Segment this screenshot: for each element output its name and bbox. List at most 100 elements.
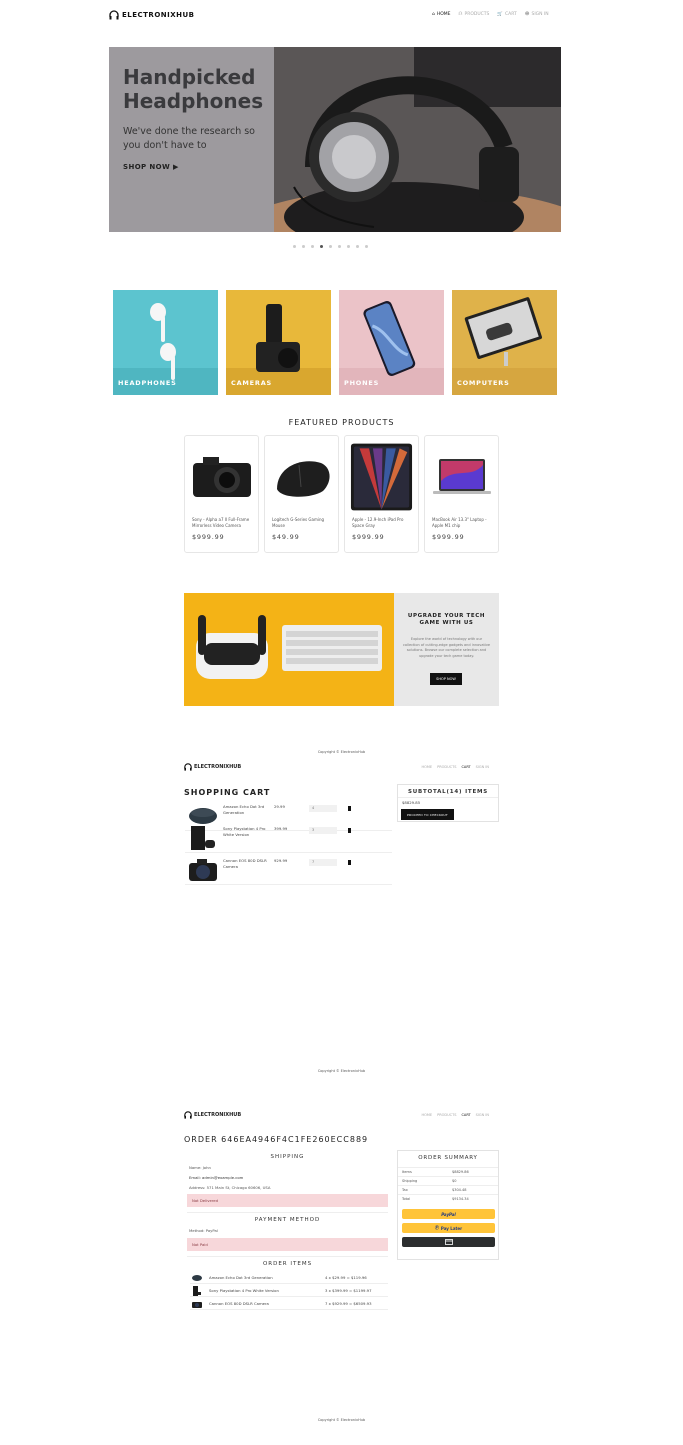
cart-item-name[interactable]: Sony Playstation 4 Pro White Version — [223, 826, 268, 837]
cart-item-name[interactable]: Cannon EOS 80D DSLR Camera — [223, 858, 268, 869]
subtotal-card: SUBTOTAL(14) ITEMS $8829.85 PROCEED TO C… — [397, 784, 499, 822]
nav-home[interactable]: HOME — [422, 1113, 433, 1117]
product-name[interactable]: Apple - 12.9-Inch iPad Pro Space Gray — [352, 517, 414, 528]
carousel-dot[interactable] — [356, 245, 359, 248]
category-computers[interactable]: COMPUTERS — [452, 290, 557, 395]
product-card[interactable]: MacBook Air 13.3" Laptop - Apple M1 chip… — [424, 435, 499, 553]
category-label: PHONES — [344, 379, 380, 387]
order-item-name[interactable]: Sony Playstation 4 Pro White Version — [209, 1288, 279, 1293]
nav-sign-in[interactable]: SIGN IN — [476, 765, 489, 769]
cart-item-qty-select[interactable]: 7 — [309, 859, 337, 866]
carousel-dot[interactable] — [293, 245, 296, 248]
cart-item-name[interactable]: Amazon Echo Dot 3rd Generation — [223, 804, 268, 815]
carousel-dot[interactable] — [302, 245, 305, 248]
product-card[interactable]: Sony - Alpha a7 II Full-Frame Mirrorless… — [184, 435, 259, 553]
summary-label: Shipping — [402, 1179, 418, 1183]
category-phones[interactable]: PHONES — [339, 290, 444, 395]
product-price: $999.99 — [432, 533, 465, 541]
summary-value: $8829.86 — [452, 1170, 469, 1174]
cart-item-qty-select[interactable]: 3 — [309, 827, 337, 834]
payment-method-title: PAYMENT METHOD — [254, 1217, 321, 1223]
shop-now-link[interactable]: SHOP NOW ▶ — [123, 163, 179, 171]
paylater-button[interactable]: Ⓟ Pay Later — [402, 1223, 495, 1233]
hero-carousel[interactable]: Handpicked Headphones We've done the res… — [109, 47, 561, 232]
cart-page-nav: HOME PRODUCTS CART SIGN IN — [422, 765, 490, 769]
category-label: COMPUTERS — [457, 379, 510, 387]
nav-cart[interactable]: CART — [461, 765, 470, 769]
product-image — [350, 441, 413, 513]
carousel-dot-active[interactable] — [320, 245, 323, 248]
trash-icon[interactable] — [348, 828, 351, 833]
order-item-name[interactable]: Amazon Echo Dot 3rd Generation — [209, 1275, 273, 1280]
footer-copyright: Copyright © ElectronixHub — [317, 750, 366, 754]
footer-copyright: Copyright © ElectronixHub — [317, 1418, 366, 1422]
brand-logo[interactable]: ELECTRONIXHUB — [109, 10, 195, 20]
headphones-icon — [184, 763, 192, 771]
nav-sign-in[interactable]: SIGN IN — [476, 1113, 489, 1117]
trash-icon[interactable] — [348, 860, 351, 865]
product-name[interactable]: Logitech G-Series Gaming Mouse — [272, 517, 334, 528]
summary-row: Items $8829.86 — [398, 1167, 498, 1176]
carousel-dot[interactable] — [365, 245, 368, 248]
product-card[interactable]: Apple - 12.9-Inch iPad Pro Space Gray $9… — [344, 435, 419, 553]
summary-row: Tax $304.48 — [398, 1185, 498, 1194]
divider — [187, 1212, 388, 1213]
nav-cart[interactable]: 🛒 CART — [497, 12, 516, 17]
cart-page-title: SHOPPING CART — [184, 788, 271, 797]
product-price: $49.99 — [272, 533, 300, 541]
brand-logo[interactable]: ELECTRONIXHUB — [184, 763, 241, 771]
order-item-total: 7 x $929.99 = $6509.93 — [325, 1301, 372, 1306]
debit-card-button[interactable] — [402, 1237, 495, 1247]
divider — [187, 1256, 388, 1257]
main-nav: ⌂ HOME ☊ PRODUCTS 🛒 CART ☻ SIGN IN — [432, 12, 549, 17]
cart-item: Cannon EOS 80D DSLR Camera 929.99 7 — [185, 855, 392, 885]
cart-item: Sony Playstation 4 Pro White Version 399… — [185, 823, 392, 853]
headphones-illustration — [220, 47, 561, 232]
product-name[interactable]: MacBook Air 13.3" Laptop - Apple M1 chip — [432, 517, 494, 528]
nav-sign-in[interactable]: ☻ SIGN IN — [525, 12, 549, 17]
nav-cart[interactable]: CART — [461, 1113, 470, 1117]
hero-title: Handpicked Headphones — [123, 65, 264, 113]
carousel-dot[interactable] — [338, 245, 341, 248]
proceed-to-checkout-button[interactable]: PROCEED TO CHECKOUT — [401, 809, 454, 820]
carousel-dot[interactable] — [311, 245, 314, 248]
trash-icon[interactable] — [348, 806, 351, 811]
category-headphones[interactable]: HEADPHONES — [113, 290, 218, 395]
user-icon: ☻ — [524, 12, 530, 17]
order-item: Sony Playstation 4 Pro White Version 3 x… — [190, 1285, 388, 1297]
nav-products[interactable]: PRODUCTS — [437, 1113, 456, 1117]
paypal-button[interactable]: PayPal — [402, 1209, 495, 1219]
cart-item-price: 929.99 — [274, 858, 288, 863]
paypal-p-icon: Ⓟ — [434, 1225, 439, 1230]
category-label: CAMERAS — [231, 379, 273, 387]
carousel-dot[interactable] — [347, 245, 350, 248]
cart-item-qty-select[interactable]: 4 — [309, 805, 337, 812]
product-name[interactable]: Sony - Alpha a7 II Full-Frame Mirrorless… — [192, 517, 254, 528]
vr-keyboard-illustration — [196, 615, 382, 679]
brand-name: ELECTRONIXHUB — [194, 1112, 242, 1118]
brand-logo[interactable]: ELECTRONIXHUB — [184, 1111, 241, 1119]
order-summary-title: ORDER SUMMARY — [418, 1155, 478, 1161]
nav-products[interactable]: ☊ PRODUCTS — [459, 12, 490, 17]
category-label: HEADPHONES — [118, 379, 177, 387]
promo-text-panel: UPGRADE YOUR TECH GAME WITH US Explore t… — [394, 593, 499, 706]
summary-label: Items — [402, 1170, 412, 1174]
carousel-indicators — [293, 245, 368, 248]
nav-home[interactable]: ⌂ HOME — [432, 12, 451, 17]
nav-products[interactable]: PRODUCTS — [437, 765, 456, 769]
order-item-name[interactable]: Cannon EOS 80D DSLR Camera — [209, 1301, 269, 1306]
headphones-icon — [184, 1111, 192, 1119]
carousel-dot[interactable] — [329, 245, 332, 248]
nav-home[interactable]: HOME — [422, 765, 433, 769]
summary-value: $0 — [452, 1179, 457, 1183]
promo-shop-now-button[interactable]: SHOP NOW — [430, 673, 462, 685]
category-cameras[interactable]: CAMERAS — [226, 290, 331, 395]
order-page-nav: HOME PRODUCTS CART SIGN IN — [422, 1113, 490, 1117]
headphones-icon: ☊ — [458, 12, 463, 17]
nav-products-label: PRODUCTS — [464, 12, 490, 17]
cart-item-price: 29.99 — [274, 804, 285, 809]
cart-page-header: ELECTRONIXHUB HOME PRODUCTS CART SIGN IN — [184, 763, 499, 775]
promo-banner: UPGRADE YOUR TECH GAME WITH US Explore t… — [184, 593, 499, 706]
product-card[interactable]: Logitech G-Series Gaming Mouse $49.99 — [264, 435, 339, 553]
summary-value: $304.48 — [452, 1188, 467, 1192]
